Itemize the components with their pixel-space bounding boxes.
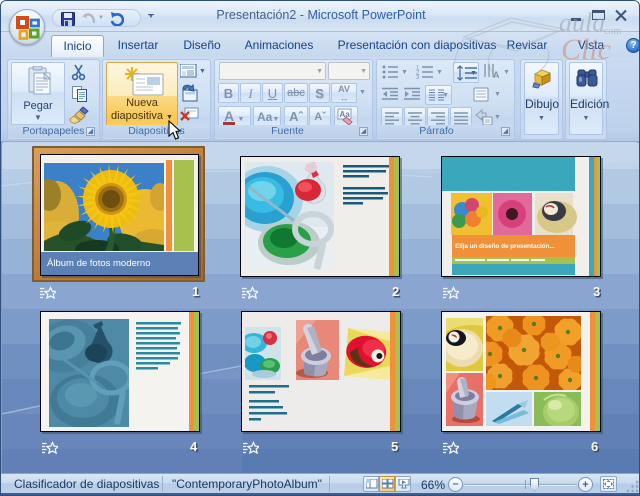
- svg-text:3: 3: [416, 75, 420, 79]
- svg-text:Elija un diseño de presentació: Elija un diseño de presentación...: [455, 243, 555, 250]
- svg-text:A: A: [493, 70, 499, 80]
- svg-text:Álbum de fotos moderno: Álbum de fotos moderno: [47, 258, 151, 269]
